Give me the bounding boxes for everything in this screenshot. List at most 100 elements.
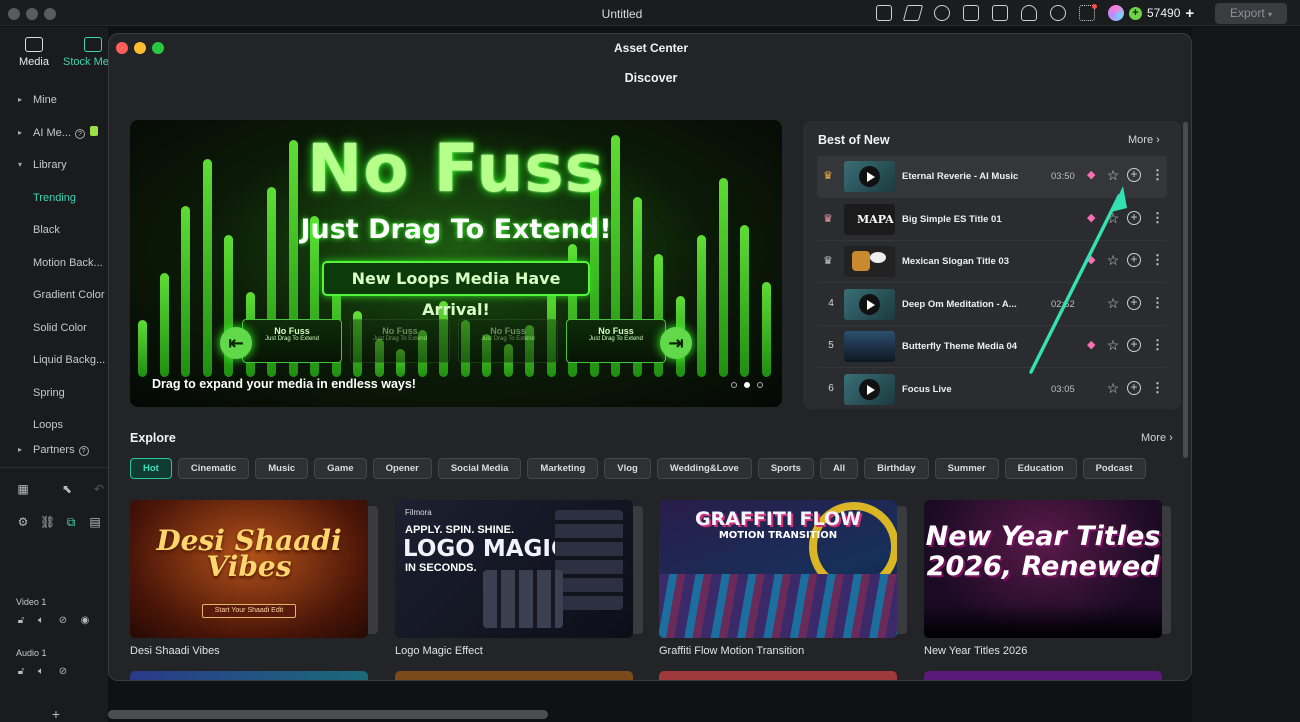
- card-art-graffiti: [659, 574, 897, 638]
- tab-stock-media[interactable]: Stock Me: [60, 35, 110, 68]
- sidebar-item-solid-color[interactable]: Solid Color: [0, 315, 108, 341]
- category-chip[interactable]: Podcast: [1082, 458, 1146, 479]
- category-chip[interactable]: Vlog: [604, 458, 651, 479]
- carousel-dot-active[interactable]: [744, 382, 750, 388]
- banner-thumb: No Fuss Just Drag To Extend: [242, 319, 342, 363]
- sidebar-item-loops[interactable]: Loops: [0, 412, 108, 438]
- lock-icon[interactable]: 🔓︎: [14, 614, 28, 628]
- media-thumbnail[interactable]: [844, 246, 895, 277]
- card-art-brand: Filmora: [405, 508, 432, 517]
- more-options-icon[interactable]: ⋮: [1151, 295, 1164, 311]
- select-tool-icon[interactable]: ⬉: [60, 482, 74, 496]
- banner-thumb: No Fuss Just Drag To Extend: [458, 319, 558, 363]
- media-thumbnail[interactable]: [844, 374, 895, 405]
- category-chip[interactable]: Music: [255, 458, 309, 479]
- more-options-icon[interactable]: ⋮: [1151, 167, 1164, 183]
- template-card[interactable]: GRAFFITI FLOW MOTION TRANSITION: [659, 500, 897, 638]
- media-thumbnail[interactable]: MAPA: [844, 204, 895, 235]
- template-card[interactable]: Filmora APPLY. SPIN. SHINE. LOGO MAGIC I…: [395, 500, 633, 638]
- category-chip[interactable]: Game: [314, 458, 367, 479]
- category-chip[interactable]: Birthday: [864, 458, 929, 479]
- media-thumbnail[interactable]: [844, 331, 895, 362]
- tab-media[interactable]: Media: [9, 35, 59, 68]
- category-chip[interactable]: Wedding&Love: [656, 458, 752, 479]
- gift-icon[interactable]: [876, 5, 892, 21]
- snap-icon[interactable]: ⧉: [64, 515, 78, 529]
- sidebar-item-liquid-backgrounds[interactable]: Liquid Backg...: [0, 347, 108, 373]
- media-thumbnail[interactable]: [844, 161, 895, 192]
- cloud-upload-icon[interactable]: [1021, 5, 1037, 21]
- track-label-audio: Audio 1: [16, 648, 47, 658]
- timeline-scrollbar[interactable]: [108, 710, 548, 719]
- banner-prev-button[interactable]: ⇤: [220, 327, 252, 359]
- template-card[interactable]: New Year Titles 2026, Renewed: [924, 500, 1162, 638]
- banner-pill: New Loops Media Have Arrival!: [322, 261, 590, 319]
- category-chip[interactable]: Hot: [130, 458, 172, 479]
- more-options-icon[interactable]: ⋮: [1151, 337, 1164, 353]
- avatar[interactable]: [1108, 5, 1124, 21]
- sidebar-item-spring[interactable]: Spring: [0, 380, 108, 406]
- help-icon[interactable]: ?: [74, 129, 85, 139]
- category-chip[interactable]: Marketing: [527, 458, 599, 479]
- export-button[interactable]: Export ▾: [1215, 3, 1287, 24]
- card-stack-edge: [633, 506, 643, 634]
- audio-icon[interactable]: 🔈︎: [34, 665, 48, 679]
- carousel-dot[interactable]: [757, 382, 763, 388]
- card-art-subtitle: MOTION TRANSITION: [718, 530, 838, 541]
- hero-banner[interactable]: No Fuss Just Drag To Extend! New Loops M…: [130, 120, 782, 407]
- category-chip[interactable]: Opener: [372, 458, 432, 479]
- category-chip[interactable]: Summer: [934, 458, 999, 479]
- annotation-arrow: [1029, 186, 1127, 374]
- card-art-tag: APPLY. SPIN. SHINE.: [405, 524, 515, 536]
- more-options-icon[interactable]: ⋮: [1151, 252, 1164, 268]
- media-thumbnail[interactable]: [844, 289, 895, 320]
- sidebar-item-black[interactable]: Black: [0, 217, 108, 243]
- save-icon[interactable]: [992, 5, 1008, 21]
- page-title: Discover: [624, 71, 678, 85]
- card-label: Graffiti Flow Motion Transition: [659, 645, 805, 657]
- support-headset-icon[interactable]: [1050, 5, 1066, 21]
- mute-icon[interactable]: ⊘: [56, 614, 70, 628]
- add-credits-button[interactable]: +: [1185, 5, 1194, 22]
- best-of-new-title: Best of New: [818, 133, 890, 147]
- category-chip[interactable]: Cinematic: [177, 458, 250, 479]
- card-label: New Year Titles 2026: [924, 645, 1028, 657]
- more-options-icon[interactable]: ⋮: [1151, 380, 1164, 396]
- more-options-icon[interactable]: ⋮: [1151, 210, 1164, 226]
- cloud-sync-icon[interactable]: [934, 5, 950, 21]
- category-chip[interactable]: Sports: [757, 458, 814, 479]
- sidebar-item-partners[interactable]: ▸ Partners?: [0, 437, 108, 463]
- lock-icon[interactable]: 🔓︎: [14, 665, 28, 679]
- link-icon[interactable]: ⛓: [40, 515, 55, 529]
- category-chip[interactable]: Social Media: [437, 458, 522, 479]
- vertical-scrollbar[interactable]: [1183, 122, 1188, 458]
- layout-grid-icon[interactable]: ▦: [16, 482, 30, 496]
- asset-center-title-bar: Asset Center: [109, 34, 1191, 62]
- sidebar-item-gradient-color[interactable]: Gradient Color: [0, 282, 108, 308]
- category-chip[interactable]: All: [819, 458, 859, 479]
- banner-next-button[interactable]: ⇥: [660, 327, 692, 359]
- category-chip[interactable]: Education: [1004, 458, 1077, 479]
- sidebar-item-trending[interactable]: Trending: [0, 185, 108, 211]
- sidebar-item-mine[interactable]: ▸ Mine: [0, 87, 108, 113]
- mute-icon[interactable]: ⊘: [56, 665, 70, 679]
- undo-icon[interactable]: ↶: [92, 482, 106, 496]
- chevron-down-icon: ▾: [18, 160, 23, 169]
- audio-icon[interactable]: 🔈︎: [34, 614, 48, 628]
- explore-more-link[interactable]: More ›: [1141, 432, 1173, 444]
- track-label-video: Video 1: [16, 597, 47, 607]
- add-track-icon[interactable]: +: [49, 707, 63, 721]
- best-of-new-more-link[interactable]: More ›: [1128, 134, 1160, 146]
- template-card[interactable]: Desi Shaadi Vibes Start Your Shaadi Edit: [130, 500, 368, 638]
- layout-icon[interactable]: [963, 5, 979, 21]
- sidebar-item-library[interactable]: ▾ Library: [0, 152, 108, 178]
- sidebar-item-motion-backgrounds[interactable]: Motion Back...: [0, 250, 108, 276]
- play-icon: [867, 385, 875, 395]
- help-icon[interactable]: ?: [78, 446, 89, 456]
- credits-area[interactable]: + 57490 +: [1108, 4, 1194, 22]
- subtitle-icon[interactable]: ▤: [88, 515, 102, 529]
- sidebar-item-ai-media[interactable]: ▸ AI Me...?: [0, 120, 108, 146]
- eye-icon[interactable]: ◉: [78, 614, 92, 628]
- settings-icon[interactable]: ⚙: [16, 515, 30, 529]
- carousel-dot[interactable]: [731, 382, 737, 388]
